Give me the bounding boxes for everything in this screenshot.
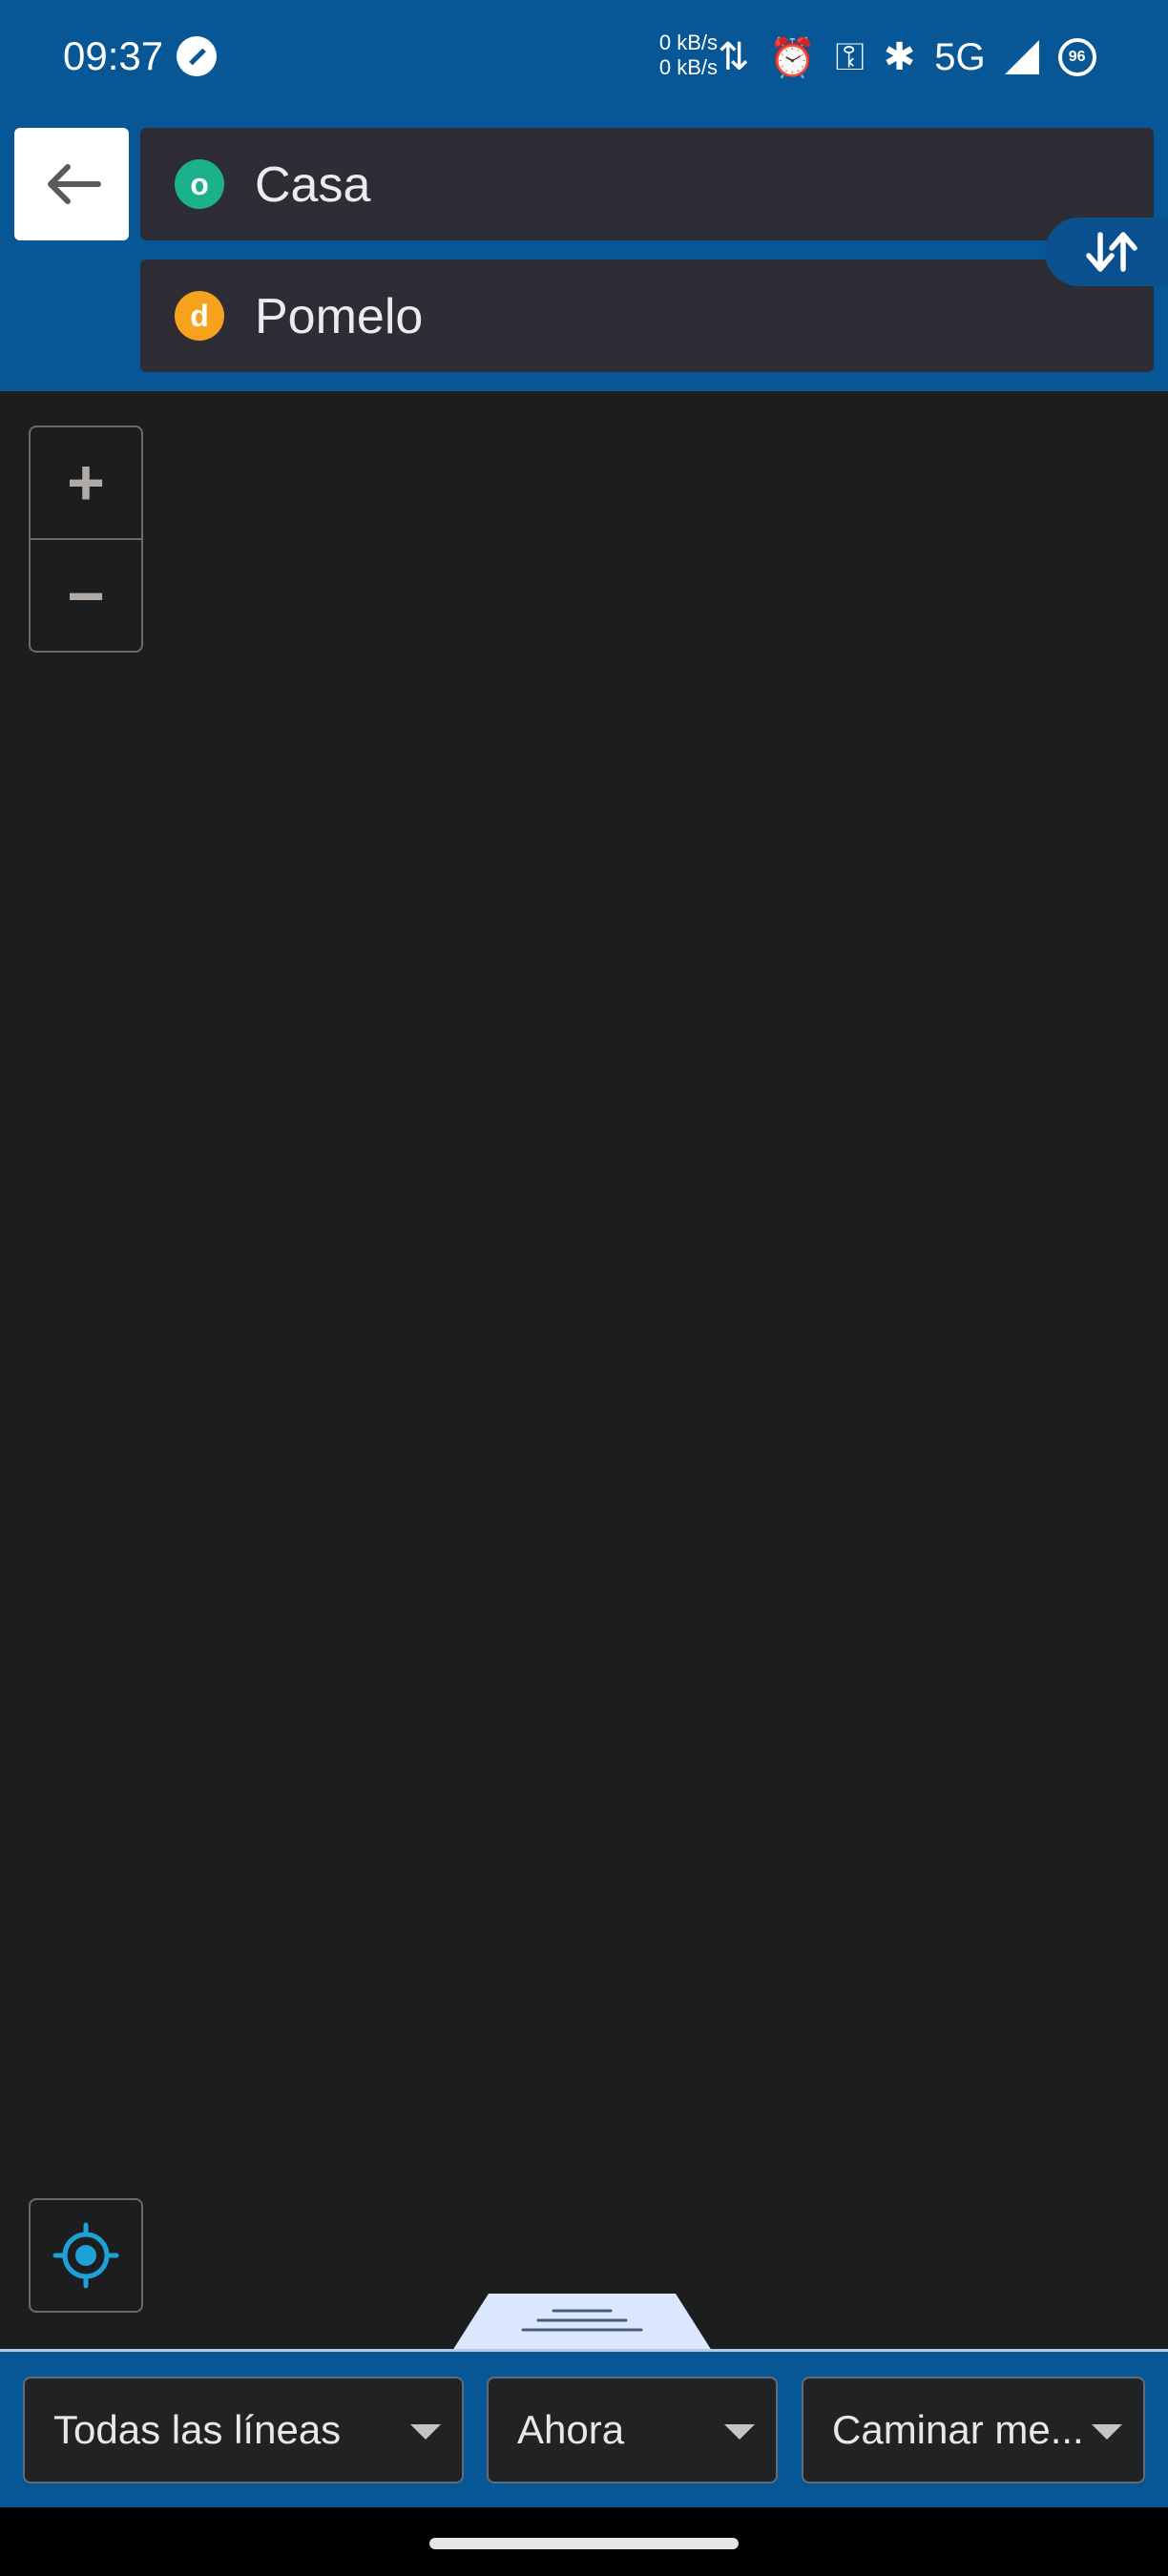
bluetooth-icon: ✱ xyxy=(883,36,916,78)
origin-text: Casa xyxy=(255,157,371,213)
battery-icon: 96 xyxy=(1057,38,1096,76)
status-icons: ⇅ ⏰ ⚿ ✱ 5G 96 xyxy=(718,29,1096,86)
origin-marker-icon: o xyxy=(175,159,224,209)
time-select-value: Ahora xyxy=(517,2407,625,2452)
dropdown-arrow-icon xyxy=(724,2424,755,2440)
status-bar: 09:37 0 kB/s 0 kB/s ⇅ ⏰ ⚿ ✱ 5G 96 xyxy=(0,0,1168,113)
data-transfer-icon: ⇅ xyxy=(718,36,750,78)
walk-select-value: Caminar me... xyxy=(832,2407,1084,2452)
network-type: 5G xyxy=(934,35,986,78)
destination-field[interactable]: d Pomelo xyxy=(140,260,1154,372)
system-nav-bar xyxy=(0,2507,1168,2576)
destination-marker-icon: d xyxy=(175,291,224,341)
zoom-out-button[interactable]: − xyxy=(31,540,141,651)
arrow-left-icon xyxy=(48,164,101,204)
home-gesture-pill[interactable] xyxy=(429,2538,739,2549)
drawer-handle-icon[interactable] xyxy=(450,2292,714,2351)
alarm-icon: ⏰ xyxy=(768,36,817,79)
zoom-control: + − xyxy=(29,426,143,653)
locate-me-button[interactable] xyxy=(29,2198,143,2313)
lines-select[interactable]: Todas las líneas xyxy=(23,2377,464,2483)
back-button[interactable] xyxy=(14,128,129,240)
swap-vertical-icon xyxy=(1086,232,1137,272)
app-notification-icon xyxy=(177,36,217,76)
origin-field[interactable]: o Casa xyxy=(140,128,1154,240)
status-time: 09:37 xyxy=(63,33,164,78)
vpn-key-icon: ⚿ xyxy=(835,35,865,78)
route-header: o Casa d Pomelo xyxy=(0,113,1168,391)
swap-button[interactable] xyxy=(1045,218,1168,286)
network-speed: 0 kB/s 0 kB/s xyxy=(649,31,718,80)
my-location-icon xyxy=(52,2222,119,2289)
zoom-in-button[interactable]: + xyxy=(31,427,141,540)
time-select[interactable]: Ahora xyxy=(487,2377,778,2483)
dropdown-arrow-icon xyxy=(1092,2424,1122,2440)
net-up: 0 kB/s xyxy=(658,31,718,54)
destination-text: Pomelo xyxy=(255,289,424,344)
walk-select[interactable]: Caminar me... xyxy=(802,2377,1145,2483)
net-down: 0 kB/s xyxy=(658,55,718,79)
dropdown-arrow-icon xyxy=(410,2424,441,2440)
filter-bar: Todas las líneas Ahora Caminar me... xyxy=(0,2349,1168,2507)
app-root: 09:37 0 kB/s 0 kB/s ⇅ ⏰ ⚿ ✱ 5G 96 o Casa… xyxy=(0,0,1168,2576)
map-view[interactable]: + − xyxy=(0,391,1168,2349)
signal-icon xyxy=(1004,40,1039,74)
lines-select-value: Todas las líneas xyxy=(53,2407,342,2452)
